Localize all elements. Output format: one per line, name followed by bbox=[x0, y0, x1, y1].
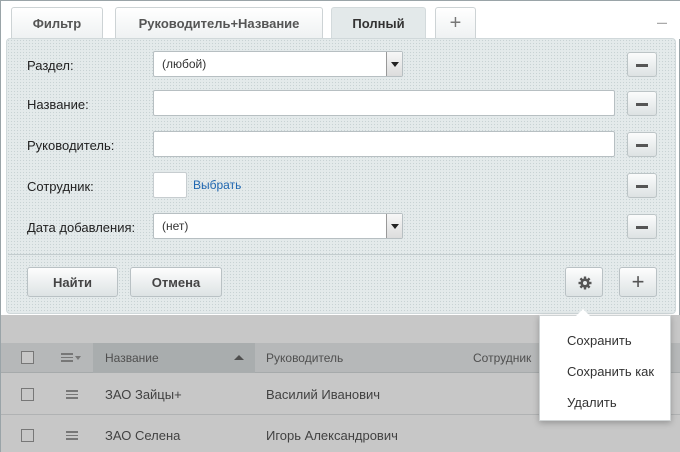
filter-window: Фильтр Руководитель+Название Полный + – … bbox=[0, 0, 680, 452]
menu-item-save[interactable]: Сохранить bbox=[567, 333, 632, 348]
date-label: Дата добавления: bbox=[27, 220, 136, 235]
name-input[interactable] bbox=[153, 90, 615, 116]
collapse-icon[interactable]: – bbox=[657, 13, 667, 31]
date-select-value: (нет) bbox=[162, 219, 189, 233]
cancel-button[interactable]: Отмена bbox=[130, 267, 222, 297]
tab-filter-label: Фильтр bbox=[32, 16, 82, 31]
plus-icon: + bbox=[631, 269, 645, 294]
date-select[interactable]: (нет) bbox=[153, 213, 403, 239]
plus-icon: + bbox=[449, 12, 462, 34]
section-select-value: (любой) bbox=[162, 57, 207, 71]
manager-input[interactable] bbox=[153, 131, 615, 157]
gear-icon bbox=[578, 276, 592, 290]
manager-label: Руководитель: bbox=[27, 138, 115, 153]
chevron-down-icon bbox=[386, 214, 402, 238]
filter-row-employee: Сотрудник: Выбрать bbox=[7, 172, 675, 200]
menu-item-delete[interactable]: Удалить bbox=[567, 395, 617, 410]
filter-panel: Раздел: (любой) Название: Руководитель: … bbox=[6, 38, 676, 314]
find-button[interactable]: Найти bbox=[27, 267, 118, 297]
section-label: Раздел: bbox=[27, 58, 74, 73]
employee-label: Сотрудник: bbox=[27, 179, 94, 194]
filter-row-section: Раздел: (любой) bbox=[7, 51, 675, 79]
employee-input[interactable] bbox=[153, 172, 187, 198]
settings-button[interactable] bbox=[565, 267, 603, 297]
name-label: Название: bbox=[27, 97, 89, 112]
filter-tabs: Фильтр Руководитель+Название Полный + – bbox=[1, 1, 680, 39]
remove-manager-button[interactable] bbox=[627, 132, 657, 157]
remove-name-button[interactable] bbox=[627, 91, 657, 116]
filter-row-date: Дата добавления: (нет) bbox=[7, 213, 675, 241]
tab-manager-name-label: Руководитель+Название bbox=[138, 16, 300, 31]
add-filter-field-button[interactable]: + bbox=[619, 267, 657, 297]
settings-popup-menu: Сохранить Сохранить как Удалить bbox=[539, 309, 671, 421]
chevron-down-icon bbox=[386, 52, 402, 76]
filter-row-name: Название: bbox=[7, 90, 675, 118]
remove-section-button[interactable] bbox=[627, 52, 657, 77]
tab-filter[interactable]: Фильтр bbox=[11, 7, 103, 39]
remove-employee-button[interactable] bbox=[627, 173, 657, 198]
tab-full-label: Полный bbox=[352, 16, 405, 31]
tab-full[interactable]: Полный bbox=[331, 7, 426, 39]
tab-manager-name[interactable]: Руководитель+Название bbox=[115, 7, 323, 39]
employee-choose-link[interactable]: Выбрать bbox=[193, 178, 241, 192]
filter-row-manager: Руководитель: bbox=[7, 131, 675, 159]
panel-divider bbox=[8, 254, 674, 255]
remove-date-button[interactable] bbox=[627, 214, 657, 239]
tab-add-button[interactable]: + bbox=[435, 7, 476, 39]
menu-item-save-as[interactable]: Сохранить как bbox=[567, 364, 654, 379]
section-select[interactable]: (любой) bbox=[153, 51, 403, 77]
